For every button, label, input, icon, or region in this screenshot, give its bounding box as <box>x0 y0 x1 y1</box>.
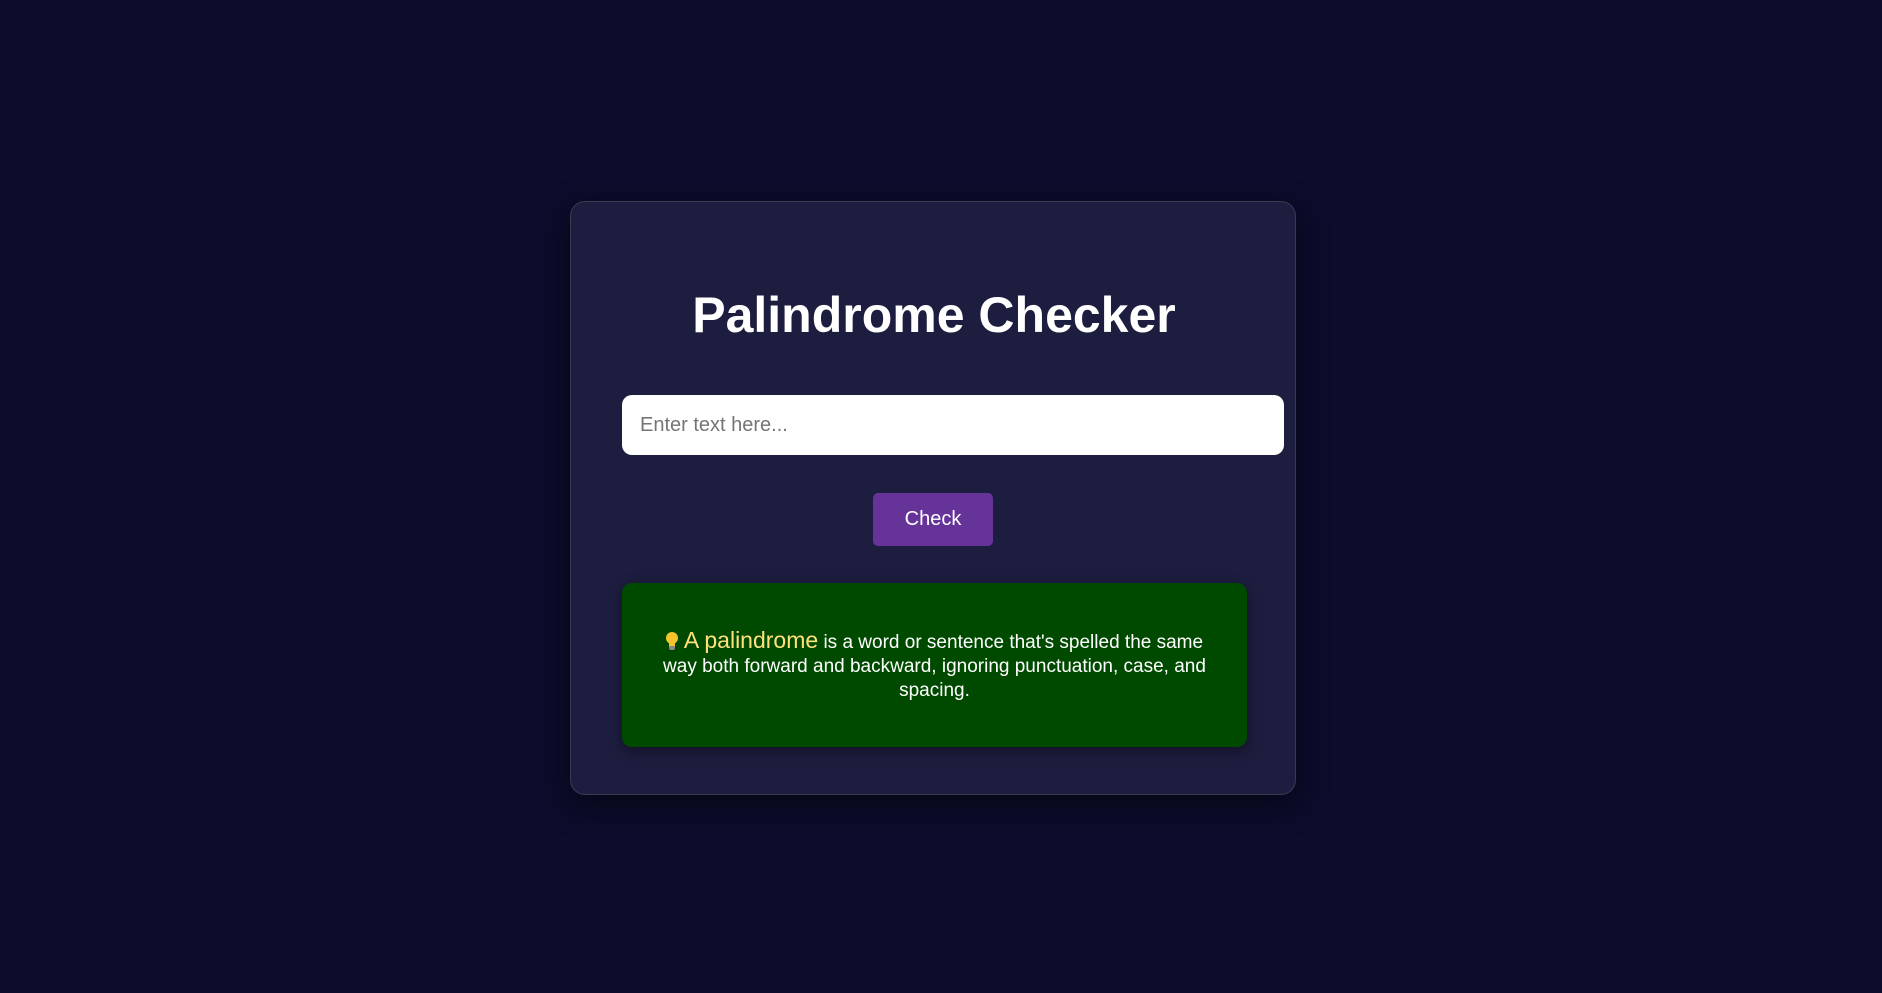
info-paragraph: A palindrome is a word or sentence that'… <box>648 628 1221 703</box>
check-button[interactable]: Check <box>873 493 993 546</box>
palindrome-card: Palindrome Checker Check A palindrome is… <box>570 201 1296 795</box>
text-input[interactable] <box>622 395 1284 455</box>
page-title: Palindrome Checker <box>692 287 1176 343</box>
lightbulb-icon <box>665 631 678 651</box>
info-highlight: A palindrome <box>683 626 819 653</box>
info-box: A palindrome is a word or sentence that'… <box>622 583 1247 747</box>
